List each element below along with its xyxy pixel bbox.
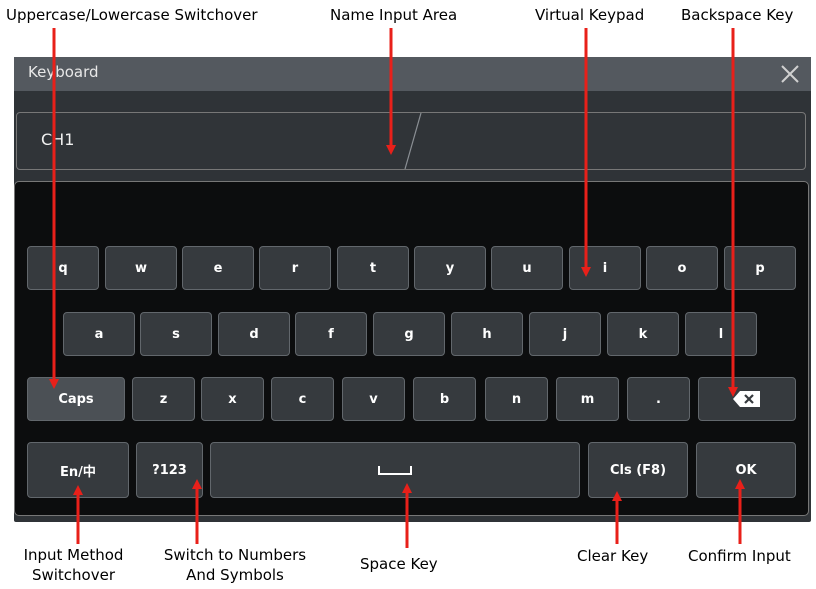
callout-clear-key: Clear Key xyxy=(577,547,649,565)
key-r[interactable]: r xyxy=(259,246,331,290)
callout-backspace-key: Backspace Key xyxy=(681,6,794,24)
key-x[interactable]: x xyxy=(201,377,264,421)
key-i[interactable]: i xyxy=(569,246,641,290)
key-period[interactable]: . xyxy=(627,377,690,421)
key-p[interactable]: p xyxy=(724,246,796,290)
key-m[interactable]: m xyxy=(556,377,619,421)
callout-virtual-keypad: Virtual Keypad xyxy=(535,6,645,24)
key-c[interactable]: c xyxy=(271,377,334,421)
key-s[interactable]: s xyxy=(140,312,212,356)
key-k[interactable]: k xyxy=(607,312,679,356)
space-key[interactable] xyxy=(210,442,580,498)
callout-input-method-line2: Switchover xyxy=(31,566,116,584)
key-h[interactable]: h xyxy=(451,312,523,356)
key-f[interactable]: f xyxy=(295,312,367,356)
numbers-symbols-key[interactable]: ?123 xyxy=(136,442,203,498)
dialog-titlebar: Keyboard xyxy=(14,57,811,91)
key-a[interactable]: a xyxy=(63,312,135,356)
key-z[interactable]: z xyxy=(132,377,195,421)
key-v[interactable]: v xyxy=(342,377,405,421)
callout-numbers-symbols-line2: And Symbols xyxy=(186,566,284,584)
callout-numbers-symbols: Switch to Numbers And Symbols xyxy=(145,545,325,585)
key-d[interactable]: d xyxy=(218,312,290,356)
key-l[interactable]: l xyxy=(685,312,757,356)
callout-name-input-area: Name Input Area xyxy=(330,6,458,24)
key-q[interactable]: q xyxy=(27,246,99,290)
key-w[interactable]: w xyxy=(105,246,177,290)
backspace-icon xyxy=(733,391,760,407)
key-b[interactable]: b xyxy=(413,377,476,421)
close-icon[interactable] xyxy=(779,63,801,85)
name-input-area[interactable]: CH1 xyxy=(16,112,806,170)
key-o[interactable]: o xyxy=(646,246,718,290)
key-j[interactable]: j xyxy=(529,312,601,356)
space-icon xyxy=(378,466,412,475)
caps-key[interactable]: Caps xyxy=(27,377,125,421)
backspace-key[interactable] xyxy=(698,377,796,421)
virtual-keypad: q w e r t y u i o p a s d f g h j k l Ca… xyxy=(14,181,809,516)
callout-uppercase-lowercase: Uppercase/Lowercase Switchover xyxy=(6,6,258,24)
key-g[interactable]: g xyxy=(373,312,445,356)
key-u[interactable]: u xyxy=(491,246,563,290)
key-n[interactable]: n xyxy=(485,377,548,421)
channel-label: CH1 xyxy=(41,130,75,149)
callout-input-method: Input Method Switchover xyxy=(11,545,136,585)
dialog-title: Keyboard xyxy=(28,63,99,81)
key-t[interactable]: t xyxy=(337,246,409,290)
callout-confirm-input: Confirm Input xyxy=(688,547,791,565)
name-divider xyxy=(404,113,422,169)
callout-input-method-line1: Input Method xyxy=(23,546,124,564)
ok-key[interactable]: OK xyxy=(696,442,796,498)
callout-space-key: Space Key xyxy=(360,555,438,573)
input-method-key[interactable]: En/中 xyxy=(27,442,129,498)
key-e[interactable]: e xyxy=(182,246,254,290)
callout-numbers-symbols-line1: Switch to Numbers xyxy=(163,546,307,564)
keyboard-dialog: Keyboard CH1 q w e r t y u i o p a s d f… xyxy=(14,57,811,522)
clear-key[interactable]: Cls (F8) xyxy=(588,442,688,498)
key-y[interactable]: y xyxy=(414,246,486,290)
